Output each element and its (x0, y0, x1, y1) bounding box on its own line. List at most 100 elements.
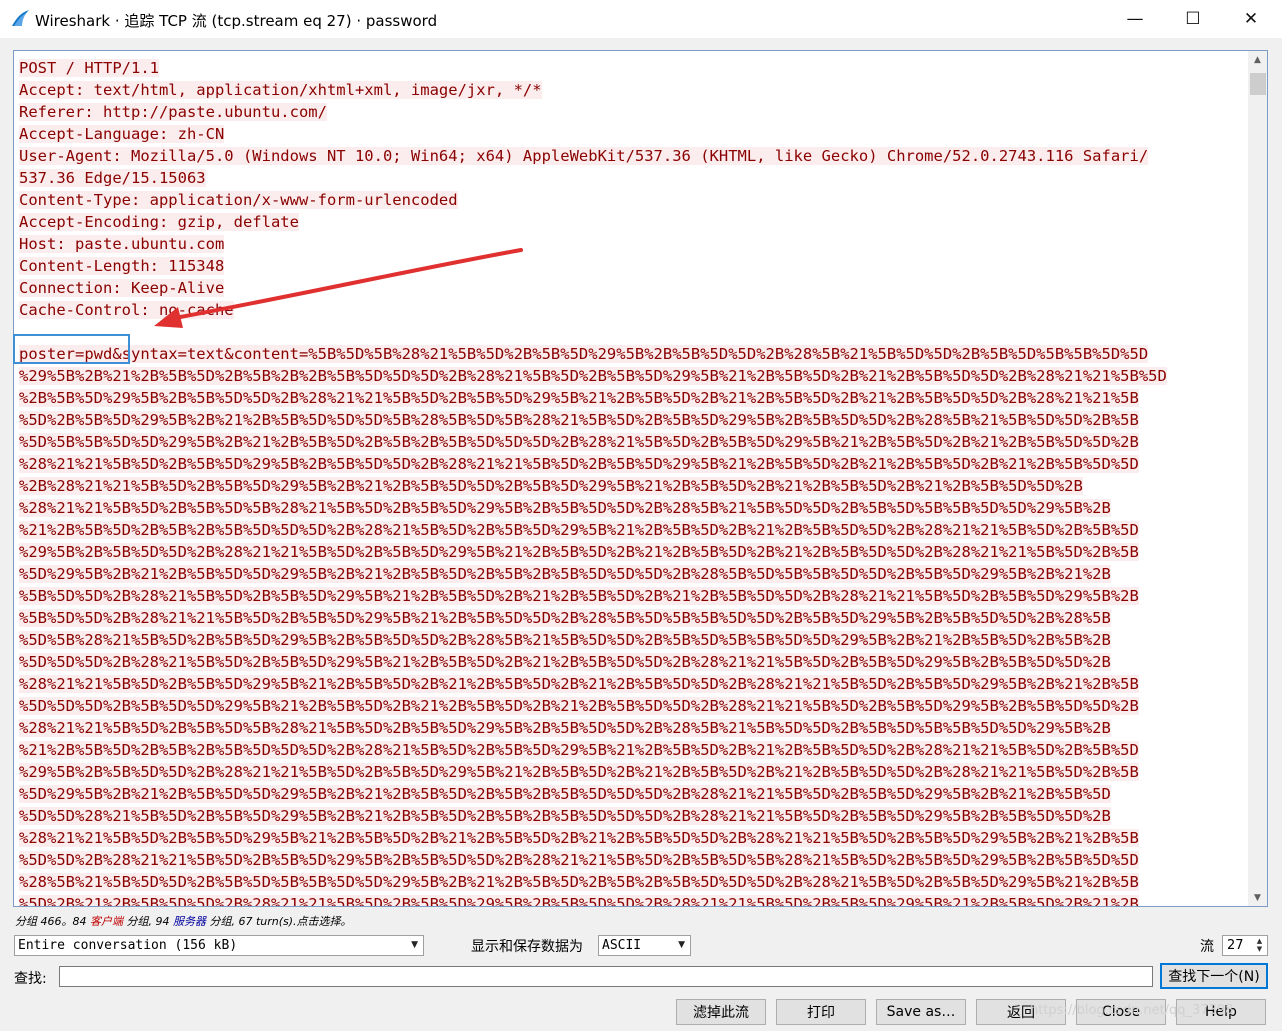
stream-line: %5D%2B%21%2B%5B%5D%5D%2B%28%21%21%5B%5D%… (19, 893, 1239, 906)
stream-line: %2B%5B%5D%29%5B%2B%5B%5D%5D%2B%28%21%21%… (19, 387, 1239, 409)
stream-line: %5D%5D%2B%28%21%21%5B%5D%2B%5B%5D%29%5B%… (19, 849, 1239, 871)
stream-line: %2B%28%21%21%5B%5D%2B%5B%5D%29%5B%2B%21%… (19, 475, 1239, 497)
stream-number-value: 27 (1227, 938, 1244, 953)
stream-line-text: Host: paste.ubuntu.com (19, 235, 225, 253)
status-server-label: 服务器 (172, 915, 206, 928)
stream-line-text: %28%21%21%5B%5D%2B%5B%5D%5B%28%21%5B%5D%… (19, 719, 1111, 737)
stream-line-text: %28%21%21%5B%5D%2B%5B%5D%29%5B%2B%5B%5D%… (19, 455, 1139, 473)
stream-line-text: Content-Length: 115348 (19, 257, 225, 275)
find-label: 查找: (14, 971, 47, 987)
stream-line: Accept: text/html, application/xhtml+xml… (19, 79, 1239, 101)
stream-line: %5B%5D%5D%2B%28%21%21%5B%5D%2B%5B%5D%29%… (19, 607, 1239, 629)
stream-line-text: %2B%28%21%21%5B%5D%2B%5B%5D%29%5B%2B%21%… (19, 477, 1083, 495)
stream-line-text: %5B%5D%5D%2B%28%21%21%5B%5D%2B%5B%5D%29%… (19, 609, 1111, 627)
stream-line: %5D%5B%28%21%5B%5D%2B%5B%5D%29%5B%2B%5B%… (19, 629, 1239, 651)
close-window-button[interactable]: ✕ (1222, 0, 1280, 38)
stream-line: %29%5B%2B%5B%5D%5D%2B%28%21%21%5B%5D%2B%… (19, 541, 1239, 563)
stream-line-text: %5D%2B%21%2B%5B%5D%5D%2B%28%21%21%5B%5D%… (19, 895, 1139, 906)
status-suffix: 分组, 67 turn(s).点击选择。 (205, 915, 352, 928)
stream-line: %5D%5D%28%21%5B%5D%2B%5B%5D%29%5B%2B%21%… (19, 805, 1239, 827)
stream-line-text: Referer: http://paste.ubuntu.com/ (19, 103, 327, 121)
status-line: 分组 466。84 客户端 分组, 94 服务器 分组, 67 turn(s).… (15, 913, 352, 929)
stream-number-spinbox[interactable]: 27 ▲ ▼ (1222, 935, 1268, 956)
stream-line: Accept-Encoding: gzip, deflate (19, 211, 1239, 233)
stream-line: %28%21%21%5B%5D%2B%5B%5D%29%5B%21%2B%5B%… (19, 827, 1239, 849)
stream-line: %28%21%21%5B%5D%2B%5B%5D%29%5B%2B%5B%5D%… (19, 453, 1239, 475)
stream-line (19, 321, 1239, 343)
stream-text[interactable]: POST / HTTP/1.1 Accept: text/html, applic… (19, 57, 1239, 906)
status-middle: 分组, 94 (123, 915, 173, 928)
stream-line-text: Cache-Control: no-cache (19, 301, 234, 319)
stream-line-text: %29%5B%2B%5B%5D%5D%2B%28%21%21%5B%5D%2B%… (19, 763, 1139, 781)
stream-line-text: %5D%5B%28%21%5B%5D%2B%5B%5D%29%5B%2B%5B%… (19, 631, 1111, 649)
conversation-select-value: Entire conversation (156 kB) (18, 938, 238, 953)
stream-line: Host: paste.ubuntu.com (19, 233, 1239, 255)
stream-line-text: %21%2B%5B%5D%2B%5B%2B%5B%5D%5D%5D%2B%28%… (19, 521, 1139, 539)
stream-line: POST / HTTP/1.1 (19, 57, 1239, 79)
stream-line: %21%2B%5B%5D%2B%5B%2B%5B%5D%5D%5D%2B%28%… (19, 519, 1239, 541)
stream-line-text: poster=pwd&syntax=text&content=%5B%5D%5B… (19, 345, 1149, 363)
scroll-up-arrow-icon[interactable]: ▲ (1248, 51, 1267, 68)
stream-line: %5D%29%5B%2B%21%2B%5B%5D%5D%29%5B%2B%21%… (19, 783, 1239, 805)
stream-line-text: %5D%5D%2B%28%21%21%5B%5D%2B%5B%5D%29%5B%… (19, 851, 1139, 869)
title-bar: Wireshark · 追踪 TCP 流 (tcp.stream eq 27) … (0, 0, 1282, 38)
chevron-down-icon: ▼ (678, 940, 685, 950)
minimize-button[interactable]: — (1106, 0, 1164, 38)
find-input[interactable] (59, 966, 1153, 987)
stream-line-text: %29%5B%2B%5B%5D%5D%2B%28%21%21%5B%5D%2B%… (19, 543, 1139, 561)
stream-line-text: %21%2B%5B%5D%2B%5B%2B%5B%5D%5D%5D%2B%28%… (19, 741, 1139, 759)
stream-line-text: User-Agent: Mozilla/5.0 (Windows NT 10.0… (19, 147, 1149, 165)
stream-line-text: Connection: Keep-Alive (19, 279, 225, 297)
stream-line-text: %5B%5D%5D%2B%28%21%5B%5D%2B%5B%5D%29%5B%… (19, 587, 1139, 605)
filter-out-button[interactable]: 滤掉此流 (676, 999, 766, 1025)
stream-line-text: %5D%5D%28%21%5B%5D%2B%5B%5D%29%5B%2B%21%… (19, 807, 1111, 825)
stream-line-text: %29%5B%2B%21%2B%5B%5D%2B%5B%2B%2B%5B%5D%… (19, 367, 1167, 385)
show-save-label: 显示和保存数据为 (471, 939, 583, 955)
stream-line: poster=pwd&syntax=text&content=%5B%5D%5B… (19, 343, 1239, 365)
conversation-select[interactable]: Entire conversation (156 kB) ▼ (14, 935, 424, 956)
stream-line: %5D%5D%5D%2B%5B%5D%5D%29%5B%21%2B%5B%5D%… (19, 695, 1239, 717)
stream-line: %29%5B%2B%5B%5D%5D%2B%28%21%21%5B%5D%2B%… (19, 761, 1239, 783)
stream-line-text: Accept: text/html, application/xhtml+xml… (19, 81, 542, 99)
stream-line: %5D%29%5B%2B%21%2B%5B%5D%5D%29%5B%2B%21%… (19, 563, 1239, 585)
stream-line-text: Content-Type: application/x-www-form-url… (19, 191, 458, 209)
stream-line: Accept-Language: zh-CN (19, 123, 1239, 145)
spin-arrows-icon[interactable]: ▲ ▼ (1253, 937, 1266, 954)
stream-line-text: 537.36 Edge/15.15063 (19, 169, 206, 187)
stream-line-text: %5D%5D%5D%2B%5B%5D%5D%29%5B%21%2B%5B%5D%… (19, 697, 1139, 715)
stream-content-pane[interactable]: POST / HTTP/1.1 Accept: text/html, applic… (13, 50, 1268, 907)
scroll-thumb[interactable] (1250, 73, 1266, 95)
stream-line: Connection: Keep-Alive (19, 277, 1239, 299)
stream-line-text: Accept-Encoding: gzip, deflate (19, 213, 299, 231)
status-prefix: 分组 466。84 (15, 915, 90, 928)
maximize-button[interactable]: ☐ (1164, 0, 1222, 38)
stream-line: %5B%5D%5D%2B%28%21%5B%5D%2B%5B%5D%29%5B%… (19, 585, 1239, 607)
stream-line-text: %28%21%21%5B%5D%2B%5B%5D%29%5B%21%2B%5B%… (19, 675, 1139, 693)
stream-line: Content-Type: application/x-www-form-url… (19, 189, 1239, 211)
chevron-down-icon: ▼ (411, 940, 418, 950)
stream-line: %28%21%21%5B%5D%2B%5B%5D%29%5B%21%2B%5B%… (19, 673, 1239, 695)
print-button[interactable]: 打印 (776, 999, 866, 1025)
stream-line: %28%21%21%5B%5D%2B%5B%5D%5B%28%21%5B%5D%… (19, 717, 1239, 739)
highlight-box (13, 334, 130, 364)
stream-line: Referer: http://paste.ubuntu.com/ (19, 101, 1239, 123)
stream-line-text: %5D%5B%5B%5D%5D%29%5B%2B%21%2B%5B%5D%2B%… (19, 433, 1139, 451)
scroll-down-arrow-icon[interactable]: ▼ (1248, 889, 1267, 906)
stream-line: %21%2B%5B%5D%2B%5B%2B%5B%5D%5D%5D%2B%28%… (19, 739, 1239, 761)
vertical-scrollbar[interactable]: ▲ ▼ (1248, 51, 1267, 906)
wireshark-fin-icon (12, 10, 29, 26)
stream-line: Cache-Control: no-cache (19, 299, 1239, 321)
stream-line: %28%5B%21%5B%5D%5D%2B%5B%5D%5B%5B%5D%5D%… (19, 871, 1239, 893)
stream-line-text: %28%21%21%5B%5D%2B%5B%5D%29%5B%21%2B%5B%… (19, 829, 1139, 847)
format-select-value: ASCII (602, 938, 642, 953)
format-select[interactable]: ASCII ▼ (598, 935, 691, 956)
watermark-text: https://blog.csdn.net/qq_37398 (1030, 1003, 1234, 1018)
stream-line: 537.36 Edge/15.15063 (19, 167, 1239, 189)
stream-line-text: %5D%5D%5D%2B%28%21%5B%5D%2B%5B%5D%29%5B%… (19, 653, 1111, 671)
save-as-button[interactable]: Save as… (876, 999, 966, 1025)
stream-line: %29%5B%2B%21%2B%5B%5D%2B%5B%2B%2B%5B%5D%… (19, 365, 1239, 387)
find-next-button[interactable]: 查找下一个(N) (1160, 963, 1268, 989)
status-client-label: 客户端 (90, 915, 123, 928)
stream-line: %5D%5D%5D%2B%28%21%5B%5D%2B%5B%5D%29%5B%… (19, 651, 1239, 673)
stream-line: %28%21%21%5B%5D%2B%5B%5D%5B%28%21%5B%5D%… (19, 497, 1239, 519)
